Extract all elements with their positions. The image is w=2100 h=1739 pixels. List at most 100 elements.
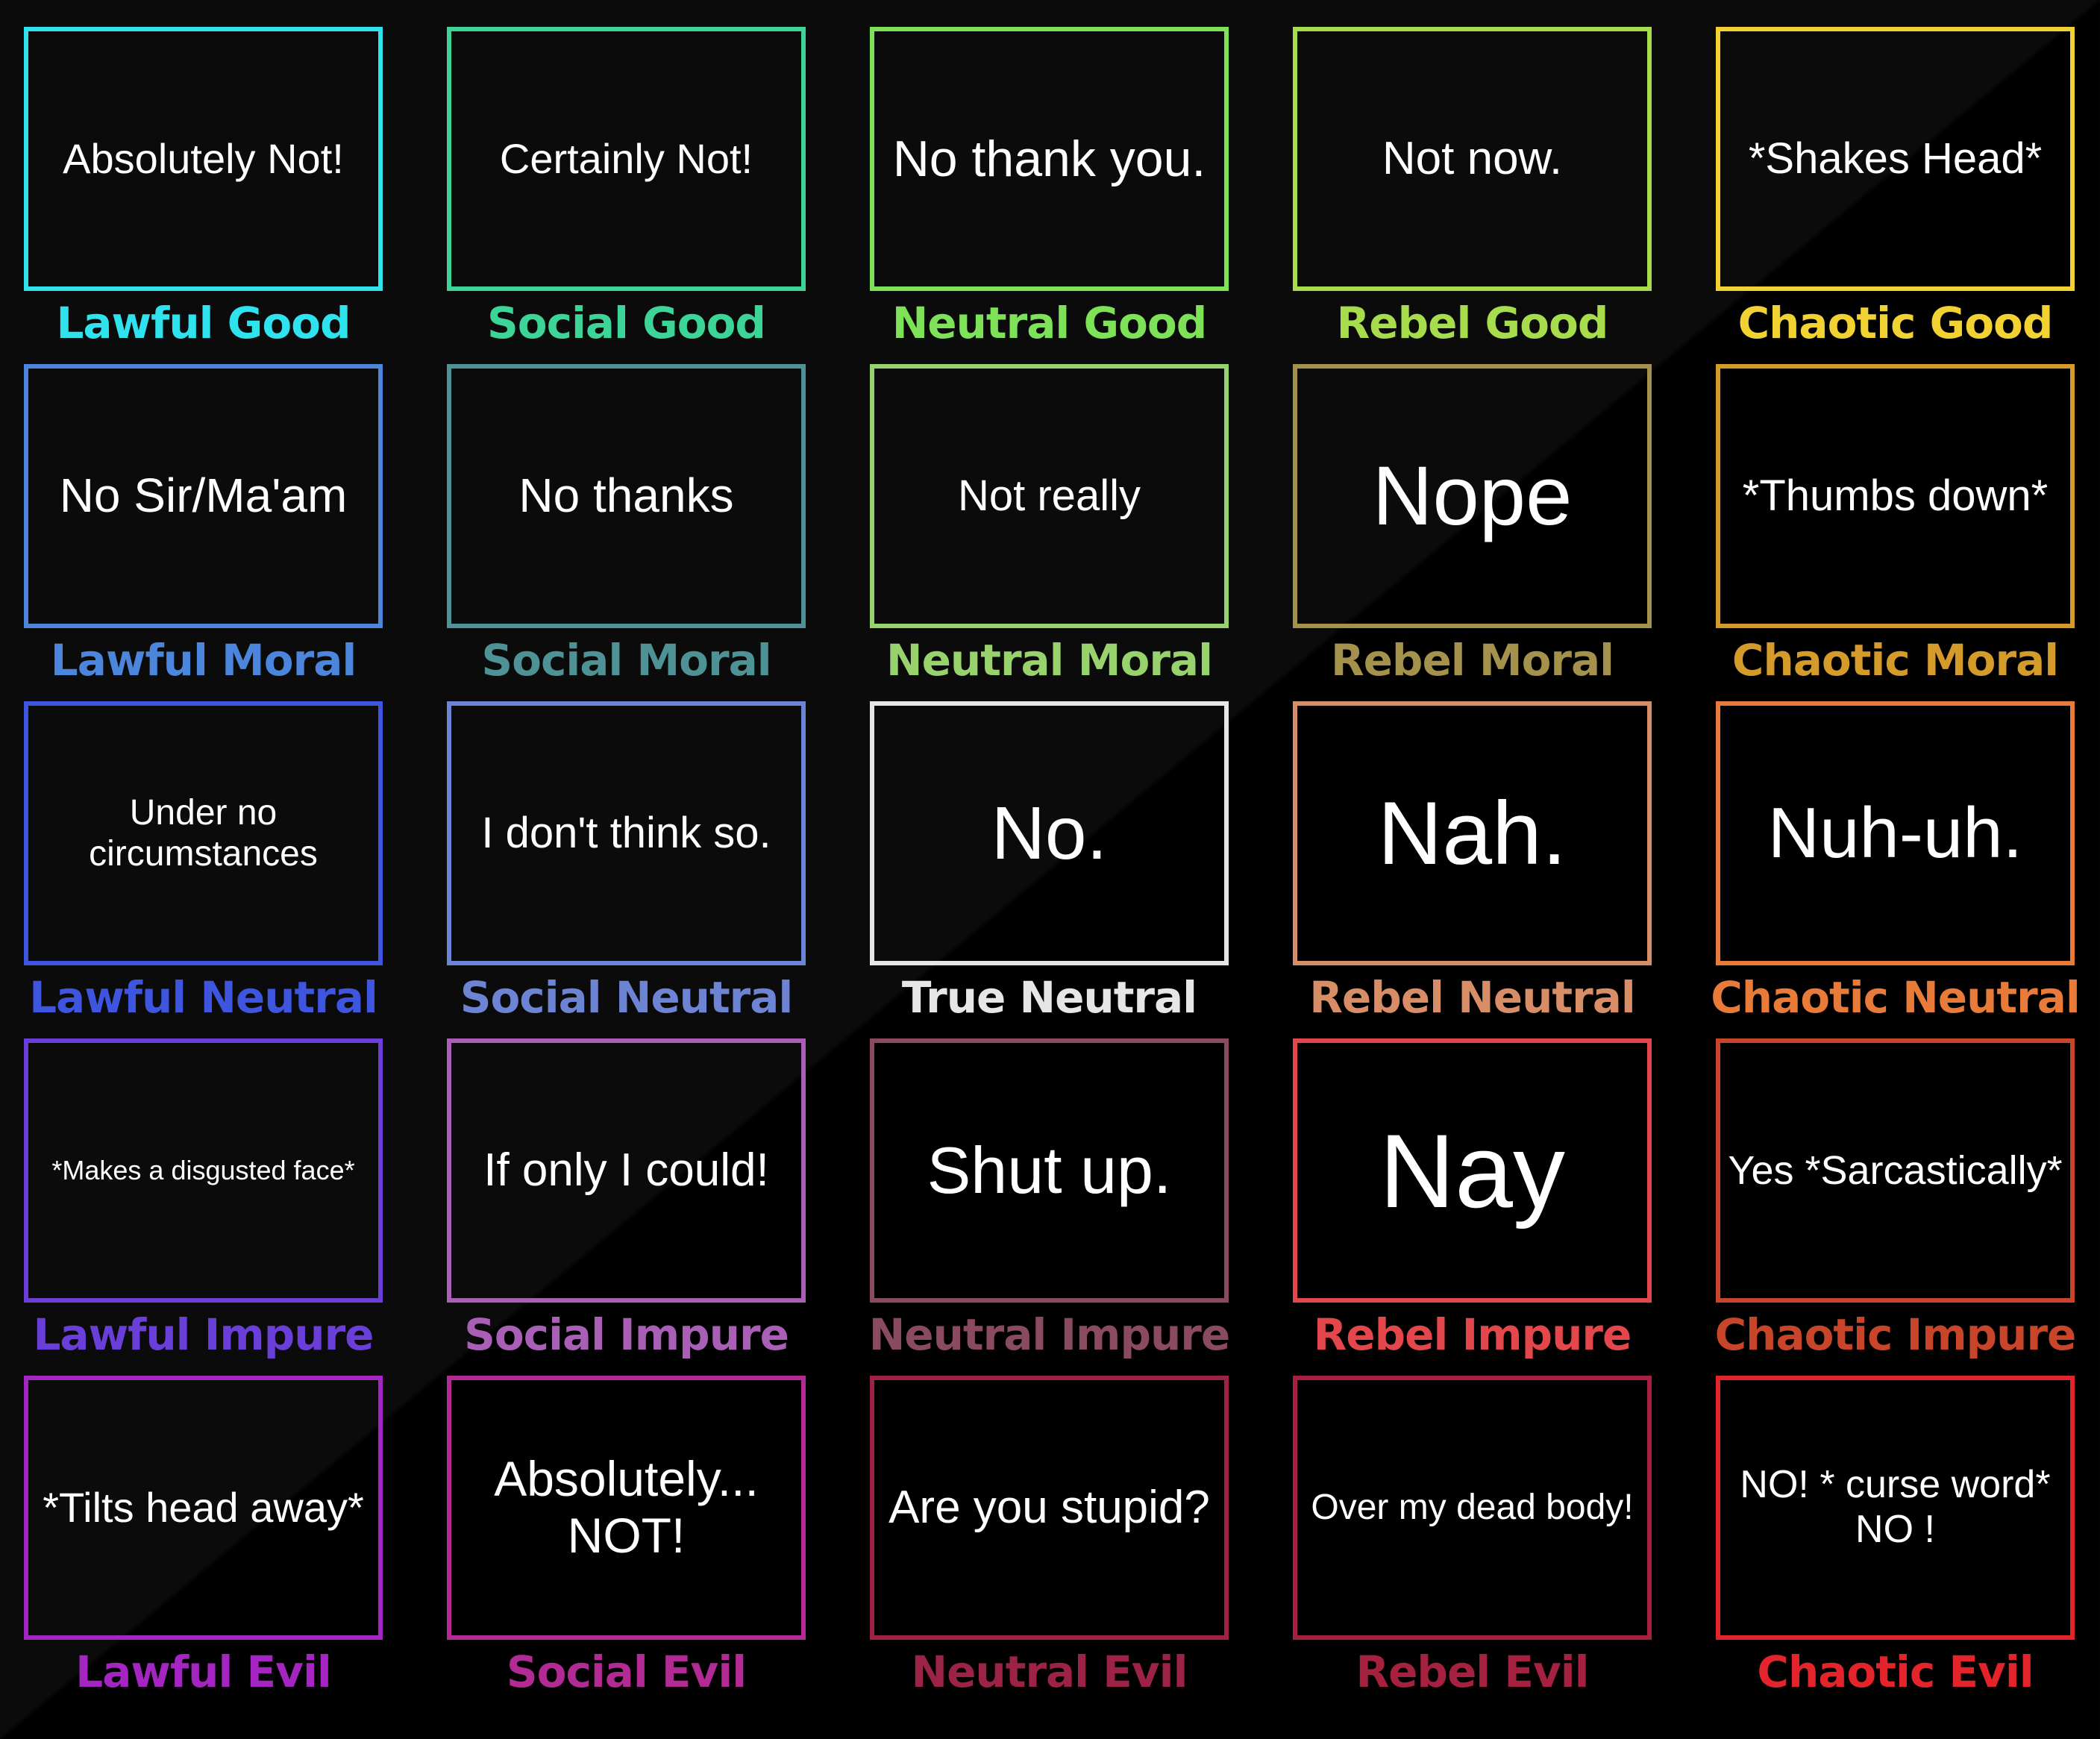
response-text: No. <box>991 791 1108 875</box>
response-text: Nuh-uh. <box>1767 792 2023 873</box>
alignment-cell: Not now. Rebel Good <box>1293 27 1652 348</box>
alignment-label: Lawful Good <box>56 298 351 348</box>
alignment-label: Neutral Evil <box>911 1646 1188 1697</box>
response-text: Under no circumstances <box>89 792 318 874</box>
response-box: *Shakes Head* <box>1716 27 2075 291</box>
alignment-cell: *Tilts head away* Lawful Evil <box>24 1376 383 1697</box>
alignment-cell: *Thumbs down* Chaotic Moral <box>1716 364 2075 686</box>
response-box: Absolutely Not! <box>24 27 383 291</box>
response-box: Nay <box>1293 1038 1652 1303</box>
response-box: Nope <box>1293 364 1652 628</box>
alignment-label: Rebel Moral <box>1330 635 1614 686</box>
response-box: Nah. <box>1293 701 1652 965</box>
alignment-label: Neutral Good <box>891 298 1208 348</box>
alignment-label: Neutral Impure <box>868 1309 1230 1360</box>
alignment-cell: No Sir/Ma'am Lawful Moral <box>24 364 383 686</box>
response-text: NO! * curse word* NO ! <box>1740 1463 2051 1551</box>
alignment-cell: Yes *Sarcastically* Chaotic Impure <box>1715 1038 2076 1360</box>
response-box: *Thumbs down* <box>1716 364 2075 628</box>
alignment-cell: If only I could! Social Impure <box>447 1038 806 1360</box>
response-box: Nuh-uh. <box>1716 701 2075 965</box>
alignment-cell: Nay Rebel Impure <box>1293 1038 1652 1360</box>
alignment-cell: Over my dead body! Rebel Evil <box>1293 1376 1652 1697</box>
alignment-label: Chaotic Neutral <box>1711 972 2081 1023</box>
alignment-label: Social Good <box>487 298 766 348</box>
response-box: Yes *Sarcastically* <box>1716 1038 2075 1303</box>
response-text: Over my dead body! <box>1311 1488 1634 1528</box>
alignment-cell: Nuh-uh. Chaotic Neutral <box>1711 701 2081 1023</box>
alignment-label: Chaotic Impure <box>1714 1309 2077 1360</box>
response-box: No. <box>870 701 1229 965</box>
alignment-label: Rebel Neutral <box>1309 972 1635 1023</box>
alignment-cell: Nope Rebel Moral <box>1293 364 1652 686</box>
response-text: *Tilts head away* <box>43 1483 364 1531</box>
alignment-label: Lawful Impure <box>33 1309 374 1360</box>
response-box: Are you stupid? <box>870 1376 1229 1640</box>
alignment-label: Chaotic Evil <box>1757 1646 2034 1697</box>
alignment-label: Social Neutral <box>460 972 794 1023</box>
response-box: No thanks <box>447 364 806 628</box>
alignment-label: Rebel Impure <box>1313 1309 1632 1360</box>
response-box: I don't think so. <box>447 701 806 965</box>
alignment-cell: Absolutely Not! Lawful Good <box>24 27 383 348</box>
response-text: Certainly Not! <box>499 134 753 182</box>
alignment-label: Social Moral <box>481 635 771 686</box>
alignment-cell: I don't think so. Social Neutral <box>447 701 806 1023</box>
alignment-cell: Certainly Not! Social Good <box>447 27 806 348</box>
alignment-cell: No thank you. Neutral Good <box>870 27 1229 348</box>
alignment-label: Neutral Moral <box>886 635 1213 686</box>
response-box: Under no circumstances <box>24 701 383 965</box>
response-box: Not really <box>870 364 1229 628</box>
alignment-cell: *Makes a disgusted face* Lawful Impure <box>24 1038 383 1360</box>
response-text: Nope <box>1372 448 1573 542</box>
response-text: Absolutely... NOT! <box>494 1451 759 1563</box>
response-box: *Tilts head away* <box>24 1376 383 1640</box>
response-text: No thanks <box>518 469 734 523</box>
response-box: Shut up. <box>870 1038 1229 1303</box>
alignment-label: Lawful Neutral <box>29 972 378 1023</box>
response-text: I don't think so. <box>481 808 771 857</box>
alignment-cell: Are you stupid? Neutral Evil <box>870 1376 1229 1697</box>
alignment-label: Chaotic Good <box>1737 298 2054 348</box>
alignment-label: Lawful Evil <box>75 1646 331 1697</box>
alignment-label: Lawful Moral <box>50 635 357 686</box>
alignment-label: True Neutral <box>901 972 1197 1023</box>
alignment-cell: No thanks Social Moral <box>447 364 806 686</box>
response-text: Nah. <box>1377 783 1567 883</box>
response-box: *Makes a disgusted face* <box>24 1038 383 1303</box>
response-text: Nay <box>1379 1112 1565 1229</box>
response-box: Absolutely... NOT! <box>447 1376 806 1640</box>
response-text: Shut up. <box>927 1133 1172 1208</box>
response-box: If only I could! <box>447 1038 806 1303</box>
alignment-cell: Under no circumstances Lawful Neutral <box>24 701 383 1023</box>
alignment-cell: Nah. Rebel Neutral <box>1293 701 1652 1023</box>
response-text: If only I could! <box>483 1144 769 1197</box>
alignment-cell: Absolutely... NOT! Social Evil <box>447 1376 806 1697</box>
response-text: Are you stupid? <box>888 1482 1210 1534</box>
response-box: Not now. <box>1293 27 1652 291</box>
response-text: No thank you. <box>892 130 1206 187</box>
response-box: NO! * curse word* NO ! <box>1716 1376 2075 1640</box>
alignment-label: Social Evil <box>506 1646 747 1697</box>
response-box: Certainly Not! <box>447 27 806 291</box>
alignment-label: Rebel Evil <box>1355 1646 1589 1697</box>
alignment-label: Social Impure <box>464 1309 789 1360</box>
response-text: Not really <box>958 471 1141 520</box>
alignment-label: Chaotic Moral <box>1731 635 2059 686</box>
response-text: Yes *Sarcastically* <box>1728 1147 2063 1193</box>
response-box: No Sir/Ma'am <box>24 364 383 628</box>
response-text: Not now. <box>1382 133 1563 185</box>
alignment-cell: NO! * curse word* NO ! Chaotic Evil <box>1716 1376 2075 1697</box>
alignment-cell: No. True Neutral <box>870 701 1229 1023</box>
response-text: Absolutely Not! <box>63 134 344 182</box>
response-text: No Sir/Ma'am <box>59 469 348 523</box>
response-text: *Thumbs down* <box>1742 471 2049 520</box>
response-text: *Makes a disgusted face* <box>51 1155 355 1186</box>
response-box: No thank you. <box>870 27 1229 291</box>
response-text: *Shakes Head* <box>1748 134 2043 183</box>
response-box: Over my dead body! <box>1293 1376 1652 1640</box>
alignment-cell: Shut up. Neutral Impure <box>869 1038 1230 1360</box>
alignment-cell: Not really Neutral Moral <box>870 364 1229 686</box>
alignment-cell: *Shakes Head* Chaotic Good <box>1716 27 2075 348</box>
alignment-label: Rebel Good <box>1336 298 1609 348</box>
